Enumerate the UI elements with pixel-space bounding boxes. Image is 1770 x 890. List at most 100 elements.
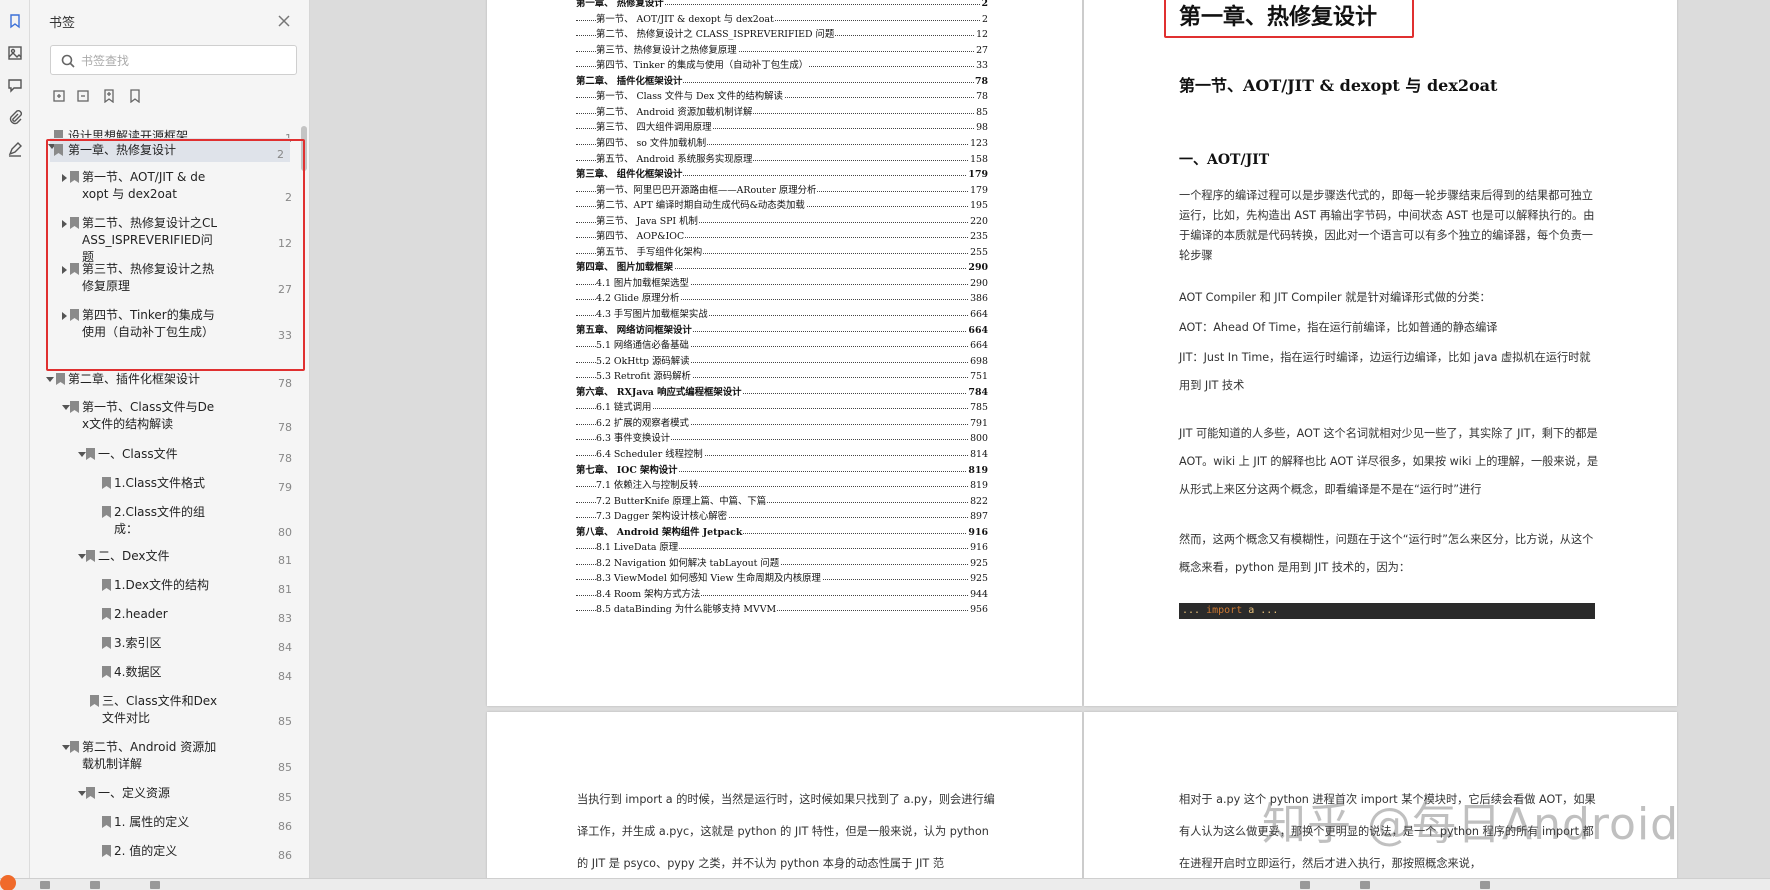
toc-entry-title: 第一节、 Class 文件与 Dex 文件的结构解读 — [596, 91, 784, 103]
tree-item[interactable]: 第一节、AOT/JIT & dexopt 与 dex2oat 2 — [30, 169, 298, 205]
toc-entry-page: 925 — [969, 573, 988, 585]
toc-entry-title: 第七章、 IOC 架构设计 — [576, 464, 679, 476]
bookmark-icon — [102, 666, 111, 678]
toc-entry-page: 897 — [969, 511, 988, 523]
paragraph: JIT：Just In Time，指在运行时编译，边运行边编译，比如 java … — [1179, 351, 1591, 392]
tree-item[interactable]: 4.数据区 84 — [30, 664, 298, 684]
expand-all-icon[interactable] — [52, 88, 70, 106]
add-bookmark-icon[interactable] — [102, 88, 120, 106]
toc-entry-page: 78 — [975, 91, 988, 103]
bookmark-icon — [102, 579, 111, 591]
bookmark-outline-icon[interactable] — [128, 88, 146, 106]
toc-entry-title: 第二节、 热修复设计之 CLASS_ISPREVERIFIED 问题 — [596, 29, 836, 41]
toc-entry-title: 第一节、阿里巴巴开源路由框——ARouter 原理分析 — [596, 184, 818, 196]
tree-item-selected[interactable]: 第一章、热修复设计 2 — [48, 138, 290, 162]
subsection-heading: 一、AOT/JIT — [1179, 152, 1270, 168]
bookmark-icon[interactable] — [4, 10, 26, 32]
bookmark-icon — [102, 816, 111, 828]
chevron-right-icon[interactable] — [62, 266, 67, 274]
signature-icon[interactable] — [4, 138, 26, 160]
chevron-right-icon[interactable] — [62, 174, 67, 182]
toc-entry-page: 814 — [969, 448, 988, 460]
bookmark-icon — [102, 845, 111, 857]
chevron-down-icon[interactable] — [46, 377, 54, 382]
zoom-icon[interactable] — [1480, 881, 1490, 889]
chevron-right-icon[interactable] — [62, 220, 67, 228]
chevron-down-icon[interactable] — [78, 452, 86, 457]
chevron-right-icon[interactable] — [62, 312, 67, 320]
tree-item[interactable]: 1. 属性的定义 86 — [30, 814, 298, 834]
tree-item[interactable]: 二、Dex文件 81 — [30, 548, 298, 568]
comment-icon[interactable] — [4, 74, 26, 96]
toc-entry-title: 7.1 依赖注入与控制反转 — [596, 480, 700, 492]
toc-entry-page: 2 — [980, 0, 988, 9]
toc-entry-title: 第五节、 Android 系统服务实现原理 — [596, 153, 754, 165]
chevron-down-icon[interactable] — [78, 554, 86, 559]
toc-entry-title: 第四节、 so 文件加载机制 — [596, 137, 708, 149]
tree-item[interactable]: 第四节、Tinker的集成与使用（自动补丁包生成） 33 — [30, 307, 298, 343]
toc-entry-title: 第三节、 四大组件调用原理 — [596, 122, 713, 134]
bookmark-icon — [70, 741, 79, 753]
tree-item[interactable]: 第二节、热修复设计之CLASS_ISPREVERIFIED问题 12 — [30, 215, 298, 264]
toc-entry-page: 916 — [967, 526, 988, 538]
page-nav-icon[interactable] — [150, 881, 160, 889]
toc-entry-page: 664 — [969, 340, 988, 352]
view-mode-icon[interactable] — [1300, 881, 1310, 889]
scrollbar-thumb[interactable] — [301, 126, 307, 171]
status-bar — [0, 875, 1770, 890]
toc-page: 第一章、 热修复设计 2 第一节、 AOT/JIT & dexopt 与 dex2o… — [487, 0, 1082, 706]
tree-item[interactable]: 三、Class文件和Dex文件对比 85 — [30, 693, 298, 729]
bookmark-scrollbar[interactable] — [300, 124, 308, 874]
toc-entry-title: 5.3 Retrofit 源码解析 — [596, 371, 692, 383]
toc-entry-title: 8.4 Room 架构方式方法 — [596, 588, 702, 600]
toc-entry-page: 195 — [969, 200, 988, 212]
toc-entry-page: 179 — [967, 169, 988, 181]
close-icon[interactable] — [278, 12, 294, 28]
toc-entry-title: 第五章、 网络访问框架设计 — [576, 324, 693, 336]
tree-item[interactable]: 3.索引区 84 — [30, 635, 298, 655]
tree-item[interactable]: 2. 值的定义 86 — [30, 843, 298, 863]
toc-entry-page: 944 — [969, 588, 988, 600]
bookmark-icon — [70, 217, 79, 229]
tree-item[interactable]: 一、Class文件 78 — [30, 446, 298, 466]
tree-item[interactable]: 2.Class文件的组成： 80 — [30, 504, 298, 540]
attachment-icon[interactable] — [4, 106, 26, 128]
panel-title: 书签 — [49, 16, 76, 31]
bookmark-search-input[interactable] — [81, 51, 286, 71]
bookmark-icon — [56, 373, 65, 385]
toc-entry-title: 5.1 网络通信必备基础 — [596, 340, 690, 352]
collapse-all-icon[interactable] — [76, 88, 94, 106]
toc-entry-page: 85 — [975, 106, 988, 118]
page-nav-icon[interactable] — [40, 881, 50, 889]
toc-entry-page: 158 — [969, 153, 988, 165]
paragraph: 当执行到 import a 的时候，当然是运行时，这时候如果只找到了 a.py，… — [577, 793, 995, 870]
tree-item[interactable]: 第二章、插件化框架设计 78 — [30, 371, 298, 391]
tree-item[interactable]: 第二节、Android 资源加载机制详解 85 — [30, 739, 298, 775]
bookmark-icon — [86, 550, 95, 562]
tree-item[interactable]: 第一节、Class文件与Dex文件的结构解读 78 — [30, 399, 298, 435]
toc-entry-title: 6.2 扩展的观察者模式 — [596, 417, 690, 429]
tree-item[interactable]: 2.header 83 — [30, 606, 298, 626]
paragraph: AOT：Ahead Of Time，指在运行前编译，比如普通的静态编译 — [1179, 321, 1498, 334]
toc-entry-page: 664 — [967, 324, 988, 336]
tree-item[interactable]: 一、定义资源 85 — [30, 785, 298, 805]
paragraph: AOT Compiler 和 JIT Compiler 就是针对编译形式做的分类… — [1179, 291, 1491, 304]
toc-entry-title: 第三节、热修复设计之热修复原理 — [596, 44, 738, 56]
image-thumbnail-icon[interactable] — [4, 42, 26, 64]
toc-entry-page: 12 — [975, 29, 988, 41]
toc-entry-page: 33 — [975, 60, 988, 72]
chevron-down-icon[interactable] — [78, 791, 86, 796]
view-mode-icon[interactable] — [1360, 881, 1370, 889]
section-heading: 第一节、AOT/JIT & dexopt 与 dex2oat — [1179, 76, 1498, 95]
tree-item[interactable]: 1.Class文件格式 79 — [30, 475, 298, 495]
tree-item[interactable]: 1.Dex文件的结构 81 — [30, 577, 298, 597]
bookmark-icon — [90, 695, 99, 707]
tree-item[interactable]: 第三节、热修复设计之热修复原理 27 — [30, 261, 298, 297]
page-nav-icon[interactable] — [90, 881, 100, 889]
chevron-down-icon[interactable] — [62, 405, 70, 410]
toc-entry-title: 第一章、 热修复设计 — [576, 0, 665, 9]
toc-entry-title: 第二章、 插件化框架设计 — [576, 75, 684, 87]
chevron-down-icon[interactable] — [62, 745, 70, 750]
search-icon — [61, 54, 75, 68]
toc-entry-title: 7.2 ButterKnife 原理上篇、中篇、下篇 — [596, 495, 768, 507]
